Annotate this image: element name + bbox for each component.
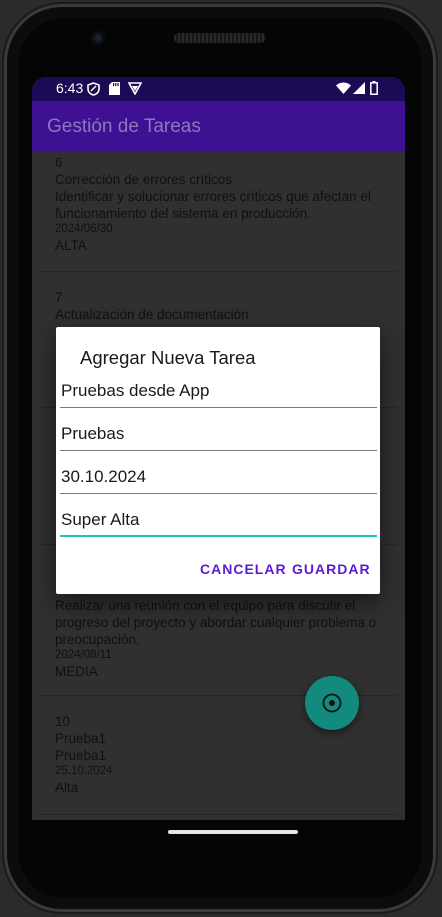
battery-icon [370,81,378,95]
task-title-input[interactable] [60,378,378,404]
task-description: Realizar una reunión con el equipo para … [55,598,377,647]
dialog-title: Agregar Nueva Tarea [80,347,256,368]
task-priority: Alta [55,780,79,795]
status-bar: 6:43 [32,77,405,101]
signal-icon [353,82,365,94]
front-camera [91,31,105,45]
task-title: Prueba1 [55,731,107,746]
home-gesture-bar[interactable] [168,830,298,834]
task-date: 2024/06/30 [55,223,113,235]
field-underline [60,407,377,408]
task-card[interactable]: Realizar una reunión con el equipo para … [55,597,385,680]
field-underline [60,493,377,494]
field-underline-focused [60,535,377,537]
app-title: Gestión de Tareas [47,116,201,137]
task-description: Prueba1 [55,748,107,763]
list-divider [40,271,397,272]
task-id: 6 [55,155,63,170]
task-date: 2024/08/11 [55,649,112,661]
task-title: Actualización de documentación [55,307,249,322]
privacy-shield-icon [87,82,100,96]
status-time: 6:43 [56,80,84,96]
sd-card-icon [109,82,120,95]
task-date-input[interactable] [60,464,378,490]
task-priority: ALTA [55,238,87,253]
task-title: Corrección de errores críticos [55,172,233,187]
task-date: 25.10.2024 [55,765,113,777]
task-card[interactable]: 6 Corrección de errores críticos Identif… [55,154,385,254]
navigation-bar [32,820,405,850]
task-description: Identificar y solucionar errores crítico… [55,189,371,221]
vpn-icon [128,82,142,95]
task-title-field[interactable] [60,378,378,408]
task-priority-field[interactable] [60,507,378,537]
task-card[interactable]: 7 Actualización de documentación [55,289,385,323]
add-task-fab[interactable] [305,676,359,730]
task-priority-input[interactable] [60,507,378,533]
save-button[interactable]: GUARDAR [292,561,371,577]
list-divider [40,814,397,815]
add-task-icon [322,693,342,713]
add-task-dialog: Agregar Nueva Tarea CANCELAR GUARDAR [56,327,380,594]
field-underline [60,450,377,451]
task-description-field[interactable] [60,421,378,451]
task-description-input[interactable] [60,421,378,447]
task-id: 7 [55,290,63,305]
wifi-icon [336,82,351,94]
app-bar: Gestión de Tareas [32,101,405,152]
task-date-field[interactable] [60,464,378,494]
cancel-button[interactable]: CANCELAR [200,561,287,577]
earpiece-speaker [174,33,266,43]
